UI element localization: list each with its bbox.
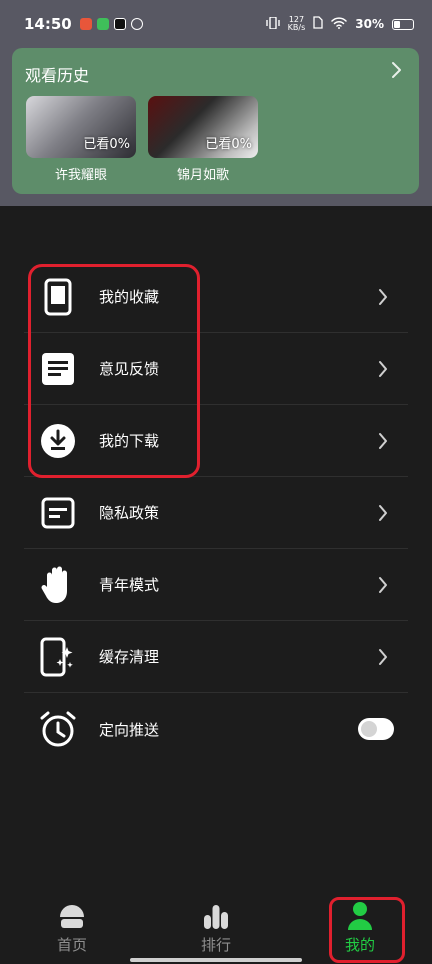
home-cap-icon <box>57 902 87 930</box>
menu-label: 青年模式 <box>99 576 160 594</box>
watch-history-card[interactable]: 观看历史 已看0% 许我耀眼 已看0% 锦月如歌 <box>12 48 419 194</box>
chevron-right-icon <box>378 504 388 522</box>
watch-progress: 已看0% <box>205 137 252 152</box>
menu-item-privacy[interactable]: 隐私政策 <box>24 477 408 549</box>
history-item[interactable]: 已看0% 锦月如歌 <box>148 96 258 183</box>
chevron-right-icon <box>378 360 388 378</box>
nav-mine[interactable]: 我的 <box>288 892 432 964</box>
drama-poster[interactable]: 已看0% <box>148 96 258 158</box>
app-notification-icon <box>96 18 109 30</box>
app-notification-icon <box>79 18 92 30</box>
phone-frame-icon <box>39 278 77 316</box>
watch-progress: 已看0% <box>83 137 130 152</box>
person-icon <box>345 902 375 930</box>
settings-menu: 我的收藏 意见反馈 我的下载 隐私政策 青年模式 缓存清理 定向推送 <box>24 261 408 765</box>
vibrate-icon <box>265 15 280 32</box>
menu-label: 缓存清理 <box>99 648 160 666</box>
sync-icon <box>130 18 143 30</box>
download-circle-icon <box>39 422 77 460</box>
nav-label: 我的 <box>344 936 375 954</box>
battery-percent: 30% <box>355 17 384 31</box>
chevron-right-icon <box>378 432 388 450</box>
menu-item-feedback[interactable]: 意见反馈 <box>24 333 408 405</box>
drama-poster[interactable]: 已看0% <box>26 96 136 158</box>
push-toggle[interactable] <box>358 718 394 740</box>
menu-item-youth-mode[interactable]: 青年模式 <box>24 549 408 621</box>
document-lines-icon <box>39 350 77 388</box>
menu-label: 隐私政策 <box>99 504 160 522</box>
menu-label: 意见反馈 <box>99 360 160 378</box>
chevron-right-icon[interactable] <box>389 60 405 80</box>
status-right: 127 KB/s 30% <box>265 15 414 32</box>
menu-item-favorites[interactable]: 我的收藏 <box>24 261 408 333</box>
nav-label: 首页 <box>56 936 87 954</box>
toggle-knob <box>361 721 377 737</box>
chevron-right-icon <box>378 648 388 666</box>
menu-label: 我的下载 <box>99 432 160 450</box>
status-bar: 14:50 127 KB/s 30% <box>0 0 432 48</box>
menu-item-clear-cache[interactable]: 缓存清理 <box>24 621 408 693</box>
net-speed-unit: KB/s <box>287 23 306 32</box>
menu-label: 我的收藏 <box>99 288 160 306</box>
chevron-right-icon <box>378 576 388 594</box>
policy-card-icon <box>39 494 77 532</box>
bottom-nav: 首页 排行 我的 <box>0 892 432 964</box>
status-time: 14:50 <box>24 15 72 33</box>
menu-item-downloads[interactable]: 我的下载 <box>24 405 408 477</box>
phone-sparkle-icon <box>39 637 77 676</box>
nav-label: 排行 <box>200 936 231 954</box>
chevron-right-icon <box>378 288 388 306</box>
history-item[interactable]: 已看0% 许我耀眼 <box>26 96 136 183</box>
menu-item-targeted-push: 定向推送 <box>24 693 408 765</box>
nav-ranking[interactable]: 排行 <box>144 892 288 964</box>
history-title: 观看历史 <box>25 66 90 85</box>
top-area: 14:50 127 KB/s 30% 观看历史 已看0% 许我耀眼 已看0% 锦… <box>0 0 432 206</box>
home-indicator[interactable] <box>130 958 302 962</box>
alarm-clock-icon <box>39 710 77 748</box>
menu-label: 定向推送 <box>99 720 160 739</box>
hand-icon <box>39 566 77 604</box>
sim-icon <box>313 16 323 32</box>
net-speed: 127 KB/s <box>288 16 306 32</box>
battery-icon <box>392 18 414 30</box>
drama-title: 许我耀眼 <box>54 168 107 183</box>
nav-home[interactable]: 首页 <box>0 892 144 964</box>
bar-chart-icon <box>201 902 231 930</box>
drama-title: 锦月如歌 <box>176 168 229 183</box>
tiktok-icon <box>113 18 126 30</box>
wifi-icon <box>331 16 348 32</box>
